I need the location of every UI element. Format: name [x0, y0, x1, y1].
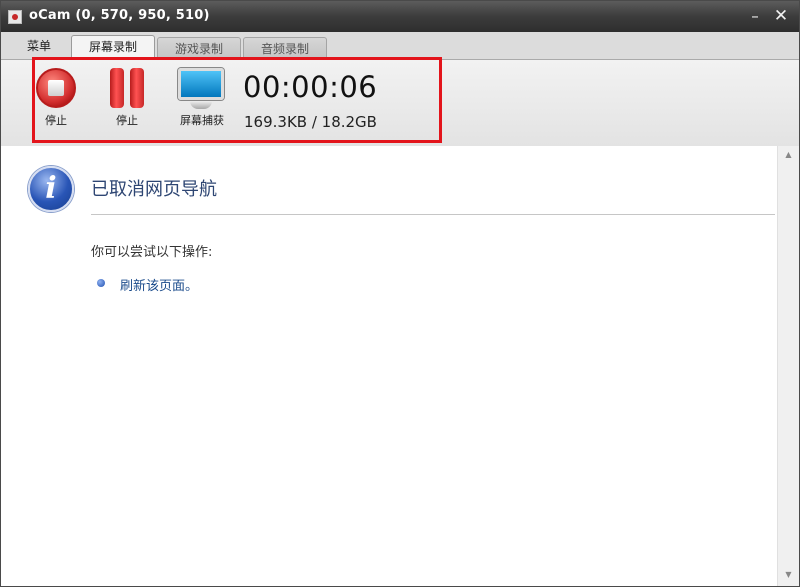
title-bar[interactable]: oCam (0, 570, 950, 510) – ✕ — [1, 1, 799, 32]
browser-content: i 已取消网页导航 你可以尝试以下操作: 刷新该页面。 — [1, 146, 777, 586]
record-toolbar: 停止 停止 屏幕捕获 00:00:06 169.3KB / 18.2GB — [1, 57, 799, 147]
tab-bar: 菜单 屏幕录制 游戏录制 音频录制 — [1, 32, 799, 60]
highlight-annotation-box — [32, 57, 442, 143]
page-heading: 已取消网页导航 — [91, 179, 217, 200]
window-title: oCam (0, 570, 950, 510) — [29, 8, 210, 23]
minimize-button[interactable]: – — [745, 6, 765, 26]
app-icon — [8, 10, 22, 24]
tab-audio-record[interactable]: 音频录制 — [243, 37, 327, 59]
ocam-window: oCam (0, 570, 950, 510) – ✕ 菜单 屏幕录制 游戏录制… — [0, 0, 800, 587]
scroll-up-arrow-icon[interactable]: ▲ — [778, 148, 799, 162]
refresh-page-link[interactable]: 刷新该页面。 — [120, 275, 198, 294]
info-icon: i — [28, 166, 74, 212]
bullet-icon — [97, 279, 105, 287]
scroll-down-arrow-icon[interactable]: ▼ — [778, 568, 799, 582]
suggestion-heading: 你可以尝试以下操作: — [91, 245, 213, 260]
tab-menu[interactable]: 菜单 — [13, 35, 65, 59]
close-button[interactable]: ✕ — [771, 6, 791, 26]
tab-game-record[interactable]: 游戏录制 — [157, 37, 241, 59]
divider — [91, 214, 775, 215]
vertical-scrollbar[interactable]: ▲ ▼ — [777, 146, 799, 586]
